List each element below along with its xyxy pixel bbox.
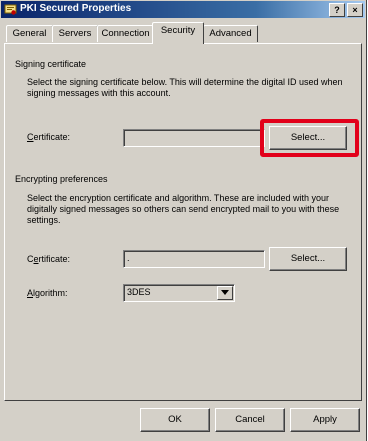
tab-security[interactable]: Security bbox=[152, 22, 204, 44]
encrypting-certificate-field[interactable]: . bbox=[123, 250, 265, 268]
algorithm-label: Algorithm: bbox=[27, 288, 68, 298]
tab-strip: General Servers Connection Security Adva… bbox=[4, 22, 362, 44]
encrypting-heading: Encrypting preferences bbox=[15, 174, 108, 184]
signing-heading: Signing certificate bbox=[15, 59, 87, 69]
tab-servers[interactable]: Servers bbox=[52, 25, 98, 42]
close-button[interactable]: × bbox=[347, 3, 363, 17]
security-panel: Signing certificate Select the signing c… bbox=[4, 43, 362, 401]
ok-button[interactable]: OK bbox=[140, 408, 210, 432]
encrypting-certificate-label: Certificate: bbox=[27, 254, 71, 264]
encrypting-description: Select the encryption certificate and al… bbox=[27, 193, 340, 225]
signing-description: Select the signing certificate below. Th… bbox=[27, 77, 343, 98]
signing-select-button[interactable]: Select... bbox=[269, 126, 347, 150]
encrypting-select-button[interactable]: Select... bbox=[269, 247, 347, 271]
chevron-down-icon[interactable] bbox=[217, 286, 233, 300]
apply-button[interactable]: Apply bbox=[290, 408, 360, 432]
help-button[interactable]: ? bbox=[329, 3, 345, 17]
tab-advanced[interactable]: Advanced bbox=[203, 25, 258, 42]
tab-general[interactable]: General bbox=[6, 25, 53, 42]
algorithm-select[interactable]: 3DES bbox=[123, 284, 235, 302]
algorithm-value: 3DES bbox=[127, 287, 151, 297]
cancel-button[interactable]: Cancel bbox=[215, 408, 285, 432]
encrypting-certificate-value: . bbox=[127, 253, 130, 263]
certificate-icon bbox=[4, 4, 17, 15]
tab-connection[interactable]: Connection bbox=[97, 25, 154, 42]
window-title: PKI Secured Properties bbox=[20, 3, 132, 14]
signing-certificate-label: Certificate: bbox=[27, 132, 71, 142]
signing-certificate-field[interactable] bbox=[123, 129, 265, 147]
properties-dialog: PKI Secured Properties ? × General Serve… bbox=[0, 0, 367, 441]
title-bar[interactable]: PKI Secured Properties ? × bbox=[1, 1, 365, 18]
